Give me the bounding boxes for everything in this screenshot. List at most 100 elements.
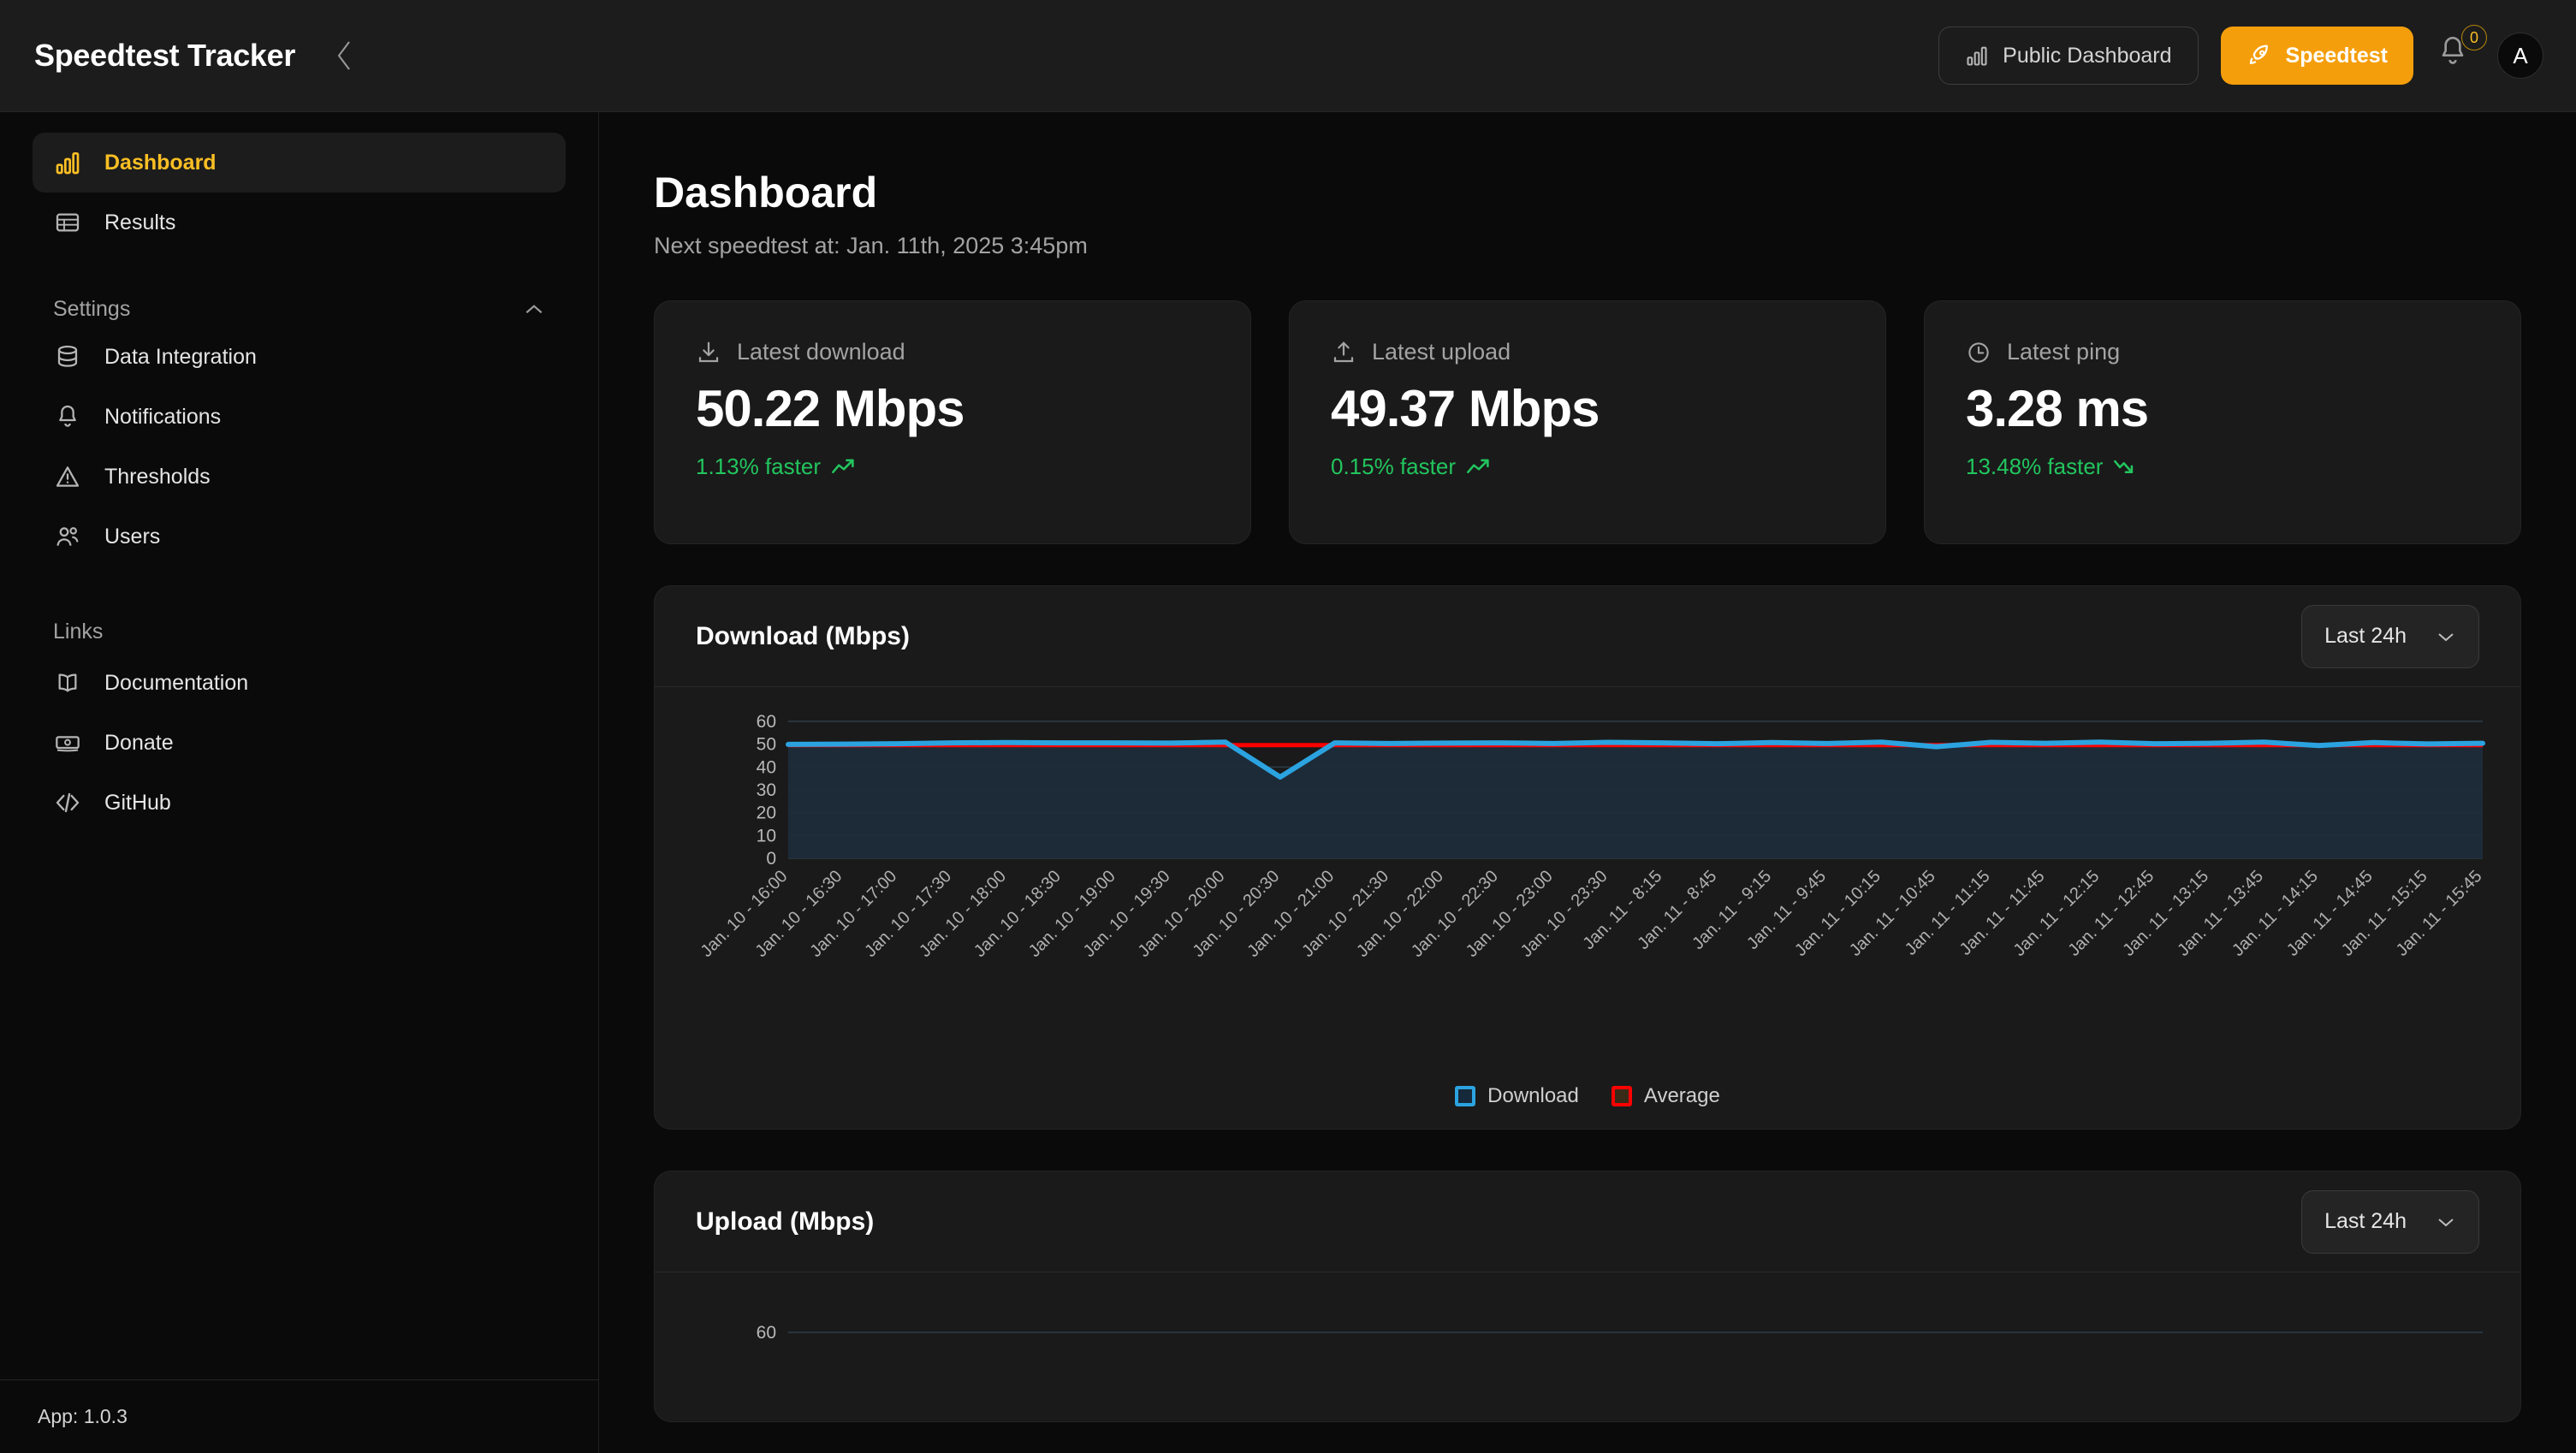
sidebar-section-label: Links (53, 620, 104, 643)
legend-label: Download (1487, 1084, 1579, 1107)
book-icon (53, 668, 82, 697)
upload-icon (1331, 340, 1356, 365)
sidebar-item-documentation[interactable]: Documentation (33, 653, 566, 713)
svg-text:30: 30 (757, 780, 776, 800)
stat-delta: 13.48% faster (1966, 454, 2479, 480)
chevron-down-icon (2436, 630, 2456, 643)
stat-value: 3.28 ms (1966, 380, 2149, 437)
upload-chart-header: Upload (Mbps) Last 24h (655, 1171, 2520, 1272)
download-chart-title: Download (Mbps) (696, 621, 910, 650)
next-speedtest-label: Next speedtest at: Jan. 11th, 2025 3:45p… (654, 233, 1088, 258)
stat-delta-text: 0.15% faster (1331, 454, 1456, 479)
chevron-up-icon (523, 302, 545, 317)
avatar-initial: A (2513, 42, 2528, 68)
sidebar: Dashboard Results Settings Data Integrat… (0, 112, 599, 1453)
banknote-icon (53, 728, 82, 757)
sidebar-collapse-button[interactable] (324, 36, 364, 75)
table-icon (53, 208, 82, 237)
sidebar-section-links: Links (33, 620, 566, 644)
legend-swatch-average (1611, 1086, 1632, 1106)
topbar: Speedtest Tracker Public Dashboard Speed… (0, 0, 2576, 112)
svg-text:20: 20 (757, 804, 776, 823)
rocket-icon (2249, 44, 2268, 64)
sidebar-item-label: Users (104, 524, 161, 549)
stat-delta-text: 1.13% faster (696, 454, 821, 479)
database-icon (53, 342, 82, 371)
trending-down-icon (2113, 458, 2139, 477)
download-line-chart[interactable]: 0102030405060Jan. 10 - 16:00Jan. 10 - 16… (689, 713, 2488, 1081)
stat-label-text: Latest ping (2007, 339, 2121, 365)
upload-range-select[interactable]: Last 24h (2301, 1189, 2479, 1254)
download-icon (696, 340, 721, 365)
legend-item-average[interactable]: Average (1611, 1084, 1720, 1108)
legend-swatch-download (1455, 1086, 1476, 1106)
sidebar-section-settings[interactable]: Settings (33, 297, 566, 322)
sidebar-footer: App: 1.0.3 (0, 1379, 599, 1453)
bell-icon (53, 402, 82, 431)
stat-card-latest-ping: Latest ping 3.28 ms 13.48% faster (1924, 300, 2521, 544)
upload-chart-card: Upload (Mbps) Last 24h 60 (654, 1171, 2521, 1422)
public-dashboard-button[interactable]: Public Dashboard (1938, 27, 2199, 85)
download-range-value: Last 24h (2324, 624, 2407, 648)
topbar-actions: Public Dashboard Speedtest 0 A (1938, 25, 2543, 85)
upload-range-value: Last 24h (2324, 1209, 2407, 1233)
bar-chart-icon (53, 148, 82, 177)
sidebar-item-label: Thresholds (104, 464, 211, 489)
stat-delta: 0.15% faster (1331, 454, 1844, 480)
stat-cards-row: Latest download 50.22 Mbps 1.13% faster (654, 300, 2521, 544)
users-icon (53, 522, 82, 551)
trending-up-icon (831, 458, 857, 477)
trending-up-icon (1466, 458, 1492, 477)
svg-text:40: 40 (757, 757, 776, 777)
upload-line-chart[interactable]: 60 (689, 1298, 2488, 1401)
stat-card-latest-download: Latest download 50.22 Mbps 1.13% faster (654, 300, 1251, 544)
sidebar-item-results[interactable]: Results (33, 193, 566, 252)
bar-chart-icon (1967, 46, 1987, 66)
stat-value: 50.22 Mbps (696, 380, 965, 437)
chevron-left-icon (337, 41, 350, 70)
stat-label: Latest ping (1966, 339, 2479, 365)
sidebar-item-label: Donate (104, 730, 174, 755)
download-chart-legend: Download Average (689, 1084, 2486, 1108)
svg-text:0: 0 (766, 849, 776, 869)
chevron-down-icon (2436, 1215, 2456, 1229)
svg-text:50: 50 (757, 735, 776, 755)
download-chart-header: Download (Mbps) Last 24h (655, 586, 2520, 687)
svg-text:60: 60 (757, 1323, 776, 1343)
sidebar-item-dashboard[interactable]: Dashboard (33, 133, 566, 193)
sidebar-item-github[interactable]: GitHub (33, 773, 566, 833)
upload-chart-body: 60 (655, 1272, 2520, 1421)
stat-delta: 1.13% faster (696, 454, 1209, 480)
clock-icon (1966, 340, 1991, 365)
download-chart-body: 0 10 20 30 40 50 60 Jan. 10 - 16:00 Jan. 10 - 16… (655, 687, 2520, 1129)
legend-label: Average (1643, 1084, 1720, 1107)
stat-card-latest-upload: Latest upload 49.37 Mbps 0.15% faster (1289, 300, 1886, 544)
stat-label-text: Latest download (737, 339, 905, 365)
notifications-button[interactable]: 0 (2436, 25, 2487, 78)
sidebar-item-donate[interactable]: Donate (33, 713, 566, 773)
notifications-badge: 0 (2461, 25, 2487, 50)
alert-triangle-icon (53, 462, 82, 491)
sidebar-item-data-integration[interactable]: Data Integration (33, 327, 566, 387)
app-version-label: App: 1.0.3 (38, 1405, 128, 1427)
page-title: Dashboard (654, 169, 878, 216)
speedtest-label: Speedtest (2285, 43, 2388, 68)
upload-chart-title: Upload (Mbps) (696, 1207, 875, 1236)
sidebar-item-thresholds[interactable]: Thresholds (33, 447, 566, 507)
download-chart-card: Download (Mbps) Last 24h 0 10 20 30 40 50 60 Ja… (654, 585, 2521, 1130)
user-avatar[interactable]: A (2497, 33, 2543, 79)
sidebar-item-notifications[interactable]: Notifications (33, 387, 566, 447)
stat-label: Latest upload (1331, 339, 1844, 365)
stat-label: Latest download (696, 339, 1209, 365)
svg-text:60: 60 (757, 713, 776, 732)
download-range-select[interactable]: Last 24h (2301, 604, 2479, 668)
stat-label-text: Latest upload (1372, 339, 1511, 365)
sidebar-item-users[interactable]: Users (33, 507, 566, 566)
sidebar-item-label: Documentation (104, 670, 249, 695)
stat-delta-text: 13.48% faster (1966, 454, 2104, 479)
stat-value: 49.37 Mbps (1331, 380, 1600, 437)
speedtest-button[interactable]: Speedtest (2220, 27, 2413, 85)
app-brand-title: Speedtest Tracker (34, 38, 296, 73)
svg-text:10: 10 (757, 826, 776, 845)
legend-item-download[interactable]: Download (1455, 1084, 1579, 1108)
